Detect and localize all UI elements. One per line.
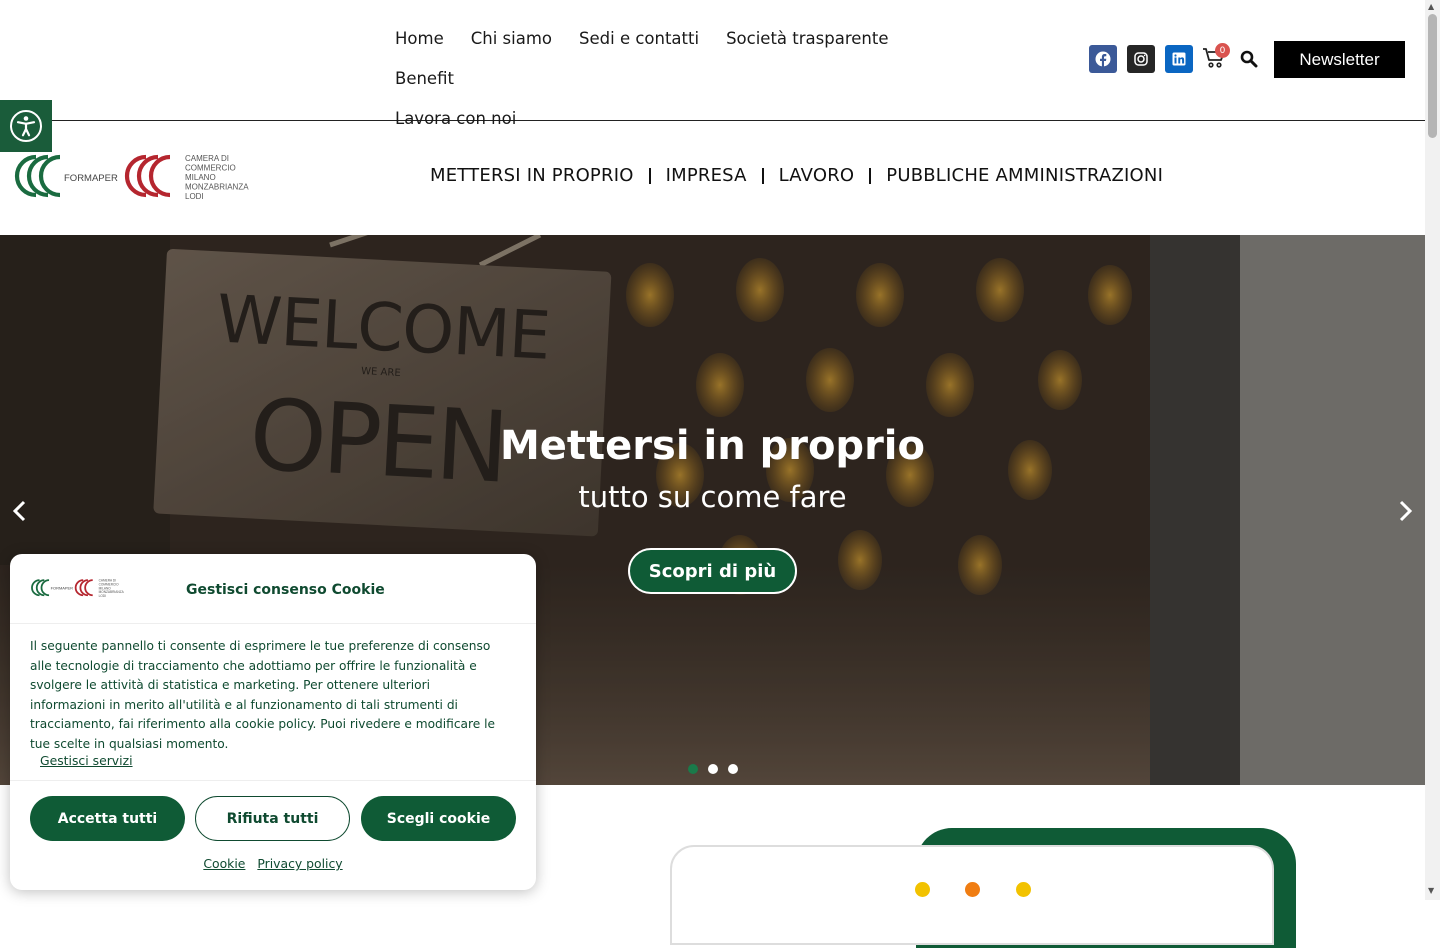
privacy-policy-link[interactable]: Privacy policy [257,856,342,871]
scrollbar-thumb[interactable] [1428,14,1437,138]
top-nav-chi-siamo[interactable]: Chi siamo [471,28,552,50]
cookie-title: Gestisci consenso Cookie [186,582,385,598]
slider-dots [688,764,738,774]
chamber-text-line: CAMERA DI [185,154,229,163]
top-nav-societa-trasparente[interactable]: Società trasparente [726,28,888,50]
search-icon[interactable] [1240,50,1258,68]
cart-count-badge: 0 [1215,43,1230,58]
cookie-logo-text: FORMAPER [51,586,74,591]
scroll-down-arrow-icon[interactable]: ▼ [1428,886,1434,895]
chamber-text-line: MILANO [185,173,216,182]
accessibility-button[interactable] [0,100,52,152]
linkedin-icon[interactable] [1165,45,1193,73]
slider-next-arrow-icon[interactable] [1395,499,1415,523]
cookie-logo: FORMAPER CAMERA DI COMMERCIO MILANO MONZ… [31,579,125,598]
main-nav: METTERSI IN PROPRIO IMPRESA LAVORO PUBBL… [430,165,1163,186]
accessibility-icon [10,110,42,142]
top-nav-benefit[interactable]: Benefit [395,68,454,90]
hero-title: Mettersi in proprio [500,423,925,469]
top-nav: Home Chi siamo Sedi e contatti Società tras… [395,28,995,148]
slider-dot[interactable] [728,764,738,774]
nav-separator [761,167,764,184]
cookie-divider [10,780,536,781]
main-nav-pubbliche-amministrazioni[interactable]: PUBBLICHE AMMINISTRAZIONI [886,165,1163,186]
cookie-links: Cookie Privacy policy [10,856,536,871]
main-nav-lavoro[interactable]: LAVORO [779,165,855,186]
main-nav-mettersi-in-proprio[interactable]: METTERSI IN PROPRIO [430,165,634,186]
decorative-dot [1016,882,1031,897]
cookie-logo-chamber-line: LODI [99,594,106,598]
chamber-text-line: MONZABRIANZA [185,183,249,192]
hero-subtitle: tutto su come fare [578,480,847,514]
scroll-up-arrow-icon[interactable]: ▲ [1428,2,1434,11]
cookie-policy-link[interactable]: Cookie [203,856,245,871]
slider-dot[interactable] [688,764,698,774]
instagram-icon[interactable] [1127,45,1155,73]
nav-separator [869,167,872,184]
top-bar: Home Chi siamo Sedi e contatti Società tras… [0,0,1425,128]
top-nav-home[interactable]: Home [395,28,444,50]
main-nav-impresa[interactable]: IMPRESA [666,165,747,186]
decorative-dot [915,882,930,897]
decorative-dot [965,882,980,897]
top-nav-lavora-con-noi[interactable]: Lavora con noi [395,108,516,130]
newsletter-button[interactable]: Newsletter [1274,41,1405,78]
reject-all-button[interactable]: Rifiuta tutti [195,796,350,841]
accept-all-button[interactable]: Accetta tutti [30,796,185,841]
manage-services-link[interactable]: Gestisci servizi [40,753,133,768]
slider-dot[interactable] [708,764,718,774]
chamber-text-line: LODI [185,192,204,201]
chamber-text-line: COMMERCIO [185,164,236,173]
hero-cta-button[interactable]: Scopri di più [628,548,797,594]
formaper-logo-text: FORMAPER [64,173,118,184]
top-nav-sedi-contatti[interactable]: Sedi e contatti [579,28,699,50]
facebook-icon[interactable] [1089,45,1117,73]
nav-separator [648,167,651,184]
slider-prev-arrow-icon[interactable] [10,499,30,523]
choose-cookies-button[interactable]: Scegli cookie [361,796,516,841]
formaper-logo[interactable]: FORMAPER CAMERA DI COMMERCIO MILANO MONZ… [12,152,264,204]
cookie-header: FORMAPER CAMERA DI COMMERCIO MILANO MONZ… [10,554,536,624]
cookie-consent-dialog: FORMAPER CAMERA DI COMMERCIO MILANO MONZ… [10,554,536,890]
cookie-description: Il seguente pannello ti consente di espr… [30,639,495,751]
